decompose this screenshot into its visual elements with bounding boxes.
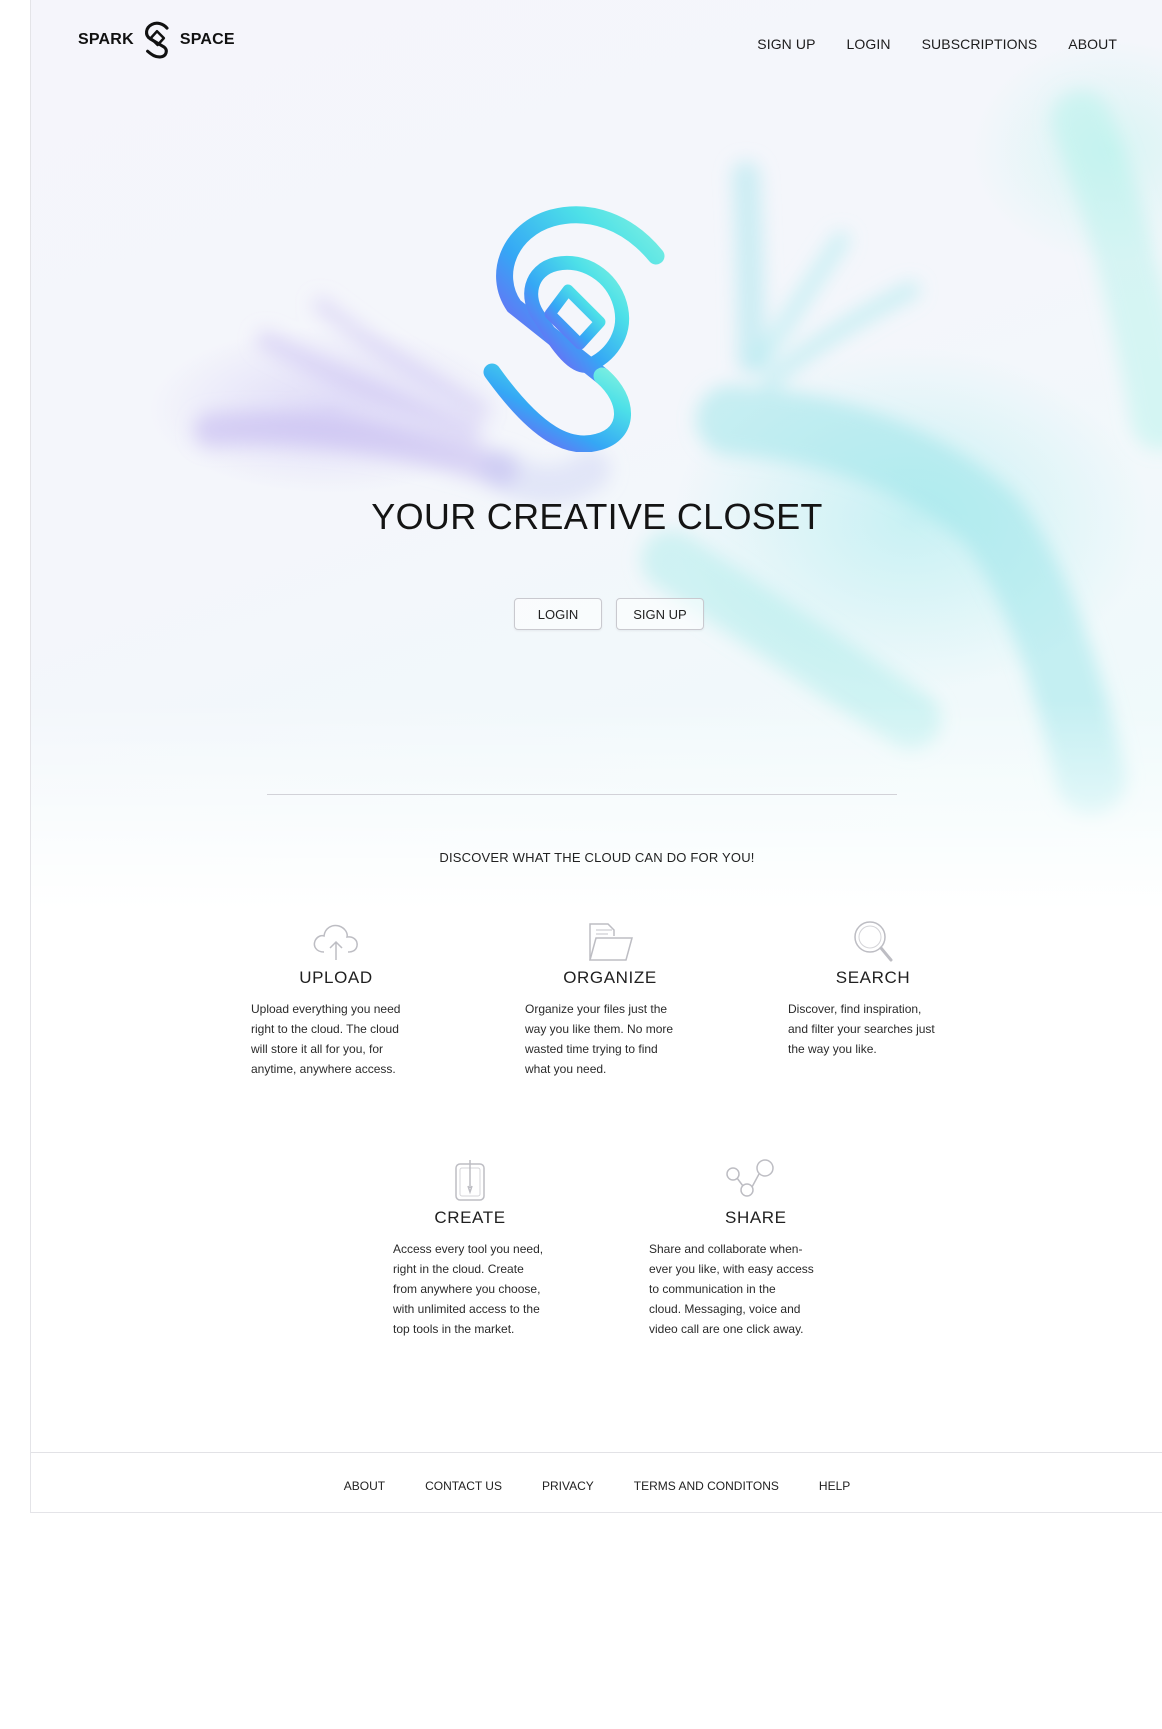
nav-login[interactable]: LOGIN [847, 36, 891, 52]
footer-contact-link[interactable]: CONTACT US [425, 1479, 502, 1493]
brand-word-right: SPACE [179, 31, 235, 48]
folder-icon [589, 923, 633, 961]
hero-buttons: LOGIN SIGN UP [514, 598, 704, 630]
feature-title: SHARE [725, 1208, 787, 1227]
magnifier-icon [854, 921, 893, 962]
brand-logo[interactable]: SPARK SPACE [78, 20, 235, 60]
cloud-upload-icon [313, 924, 358, 960]
feature-organize: ORGANIZE Organize your files just the wa… [525, 918, 695, 1079]
feature-create: CREATE Access every tool you need, right… [385, 1158, 555, 1339]
feature-search: SEARCH Discover, find inspiration, and f… [788, 918, 958, 1059]
footer-help-link[interactable]: HELP [819, 1479, 850, 1493]
footer-privacy-link[interactable]: PRIVACY [542, 1479, 594, 1493]
hero-title: YOUR CREATIVE CLOSET [371, 496, 823, 537]
share-nodes-icon [726, 1159, 774, 1197]
hero-fade [31, 700, 1162, 910]
feature-description: Access every tool you need, right in the… [393, 1242, 544, 1336]
nav-sign-up[interactable]: SIGN UP [757, 36, 815, 52]
hero-section: SPARK SPACE SIGN UP LOGIN SUBSCRIPTIONS … [31, 0, 1162, 910]
hero-s-logo-icon [483, 206, 665, 452]
discover-heading: DISCOVER WHAT THE CLOUD CAN DO FOR YOU! [439, 850, 755, 865]
nav-about[interactable]: ABOUT [1068, 36, 1117, 52]
s-loop-logo-icon [144, 21, 169, 59]
feature-description: Discover, find inspiration, and filter y… [788, 1002, 935, 1056]
feature-upload: UPLOAD Upload everything you need right … [251, 918, 421, 1079]
hero-login-button[interactable]: LOGIN [514, 598, 602, 630]
top-nav: SIGN UP LOGIN SUBSCRIPTIONS ABOUT [757, 36, 1117, 52]
feature-share: SHARE Share and collaborate when- ever y… [649, 1158, 839, 1339]
footer-terms-link[interactable]: TERMS AND CONDITONS [634, 1479, 779, 1493]
footer-nav: ABOUT CONTACT US PRIVACY TERMS AND CONDI… [31, 1479, 1162, 1493]
feature-title: ORGANIZE [563, 968, 657, 987]
hero-signup-button[interactable]: SIGN UP [616, 598, 704, 630]
footer-about-link[interactable]: ABOUT [344, 1479, 385, 1493]
feature-title: CREATE [434, 1208, 506, 1227]
feature-description: Share and collaborate when- ever you lik… [649, 1242, 814, 1336]
nav-subscriptions[interactable]: SUBSCRIPTIONS [922, 36, 1038, 52]
feature-description: Upload everything you need right to the … [251, 1002, 401, 1076]
feature-description: Organize your files just the way you lik… [525, 1002, 674, 1076]
pen-tool-icon [455, 1160, 485, 1201]
feature-title: UPLOAD [299, 968, 373, 987]
landing-page: SPARK SPACE SIGN UP LOGIN SUBSCRIPTIONS … [30, 0, 1162, 1513]
brand-word-left: SPARK [78, 31, 134, 48]
footer-divider [31, 1452, 1162, 1453]
feature-title: SEARCH [835, 968, 911, 987]
section-divider [267, 794, 897, 795]
